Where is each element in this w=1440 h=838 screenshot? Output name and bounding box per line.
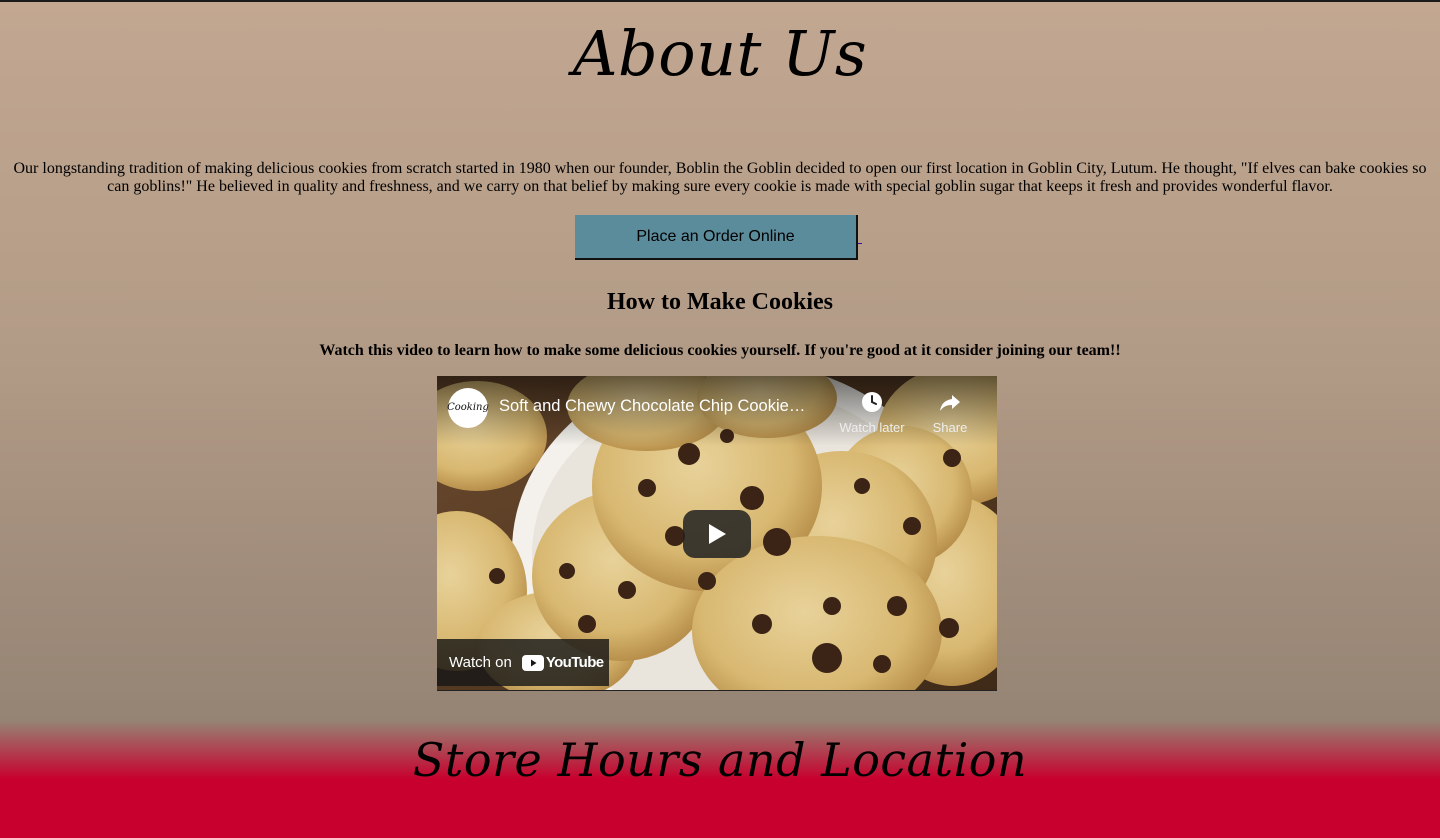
- share-arrow-icon: [940, 395, 960, 411]
- about-us-heading: About Us: [572, 17, 868, 90]
- share-label: Share: [932, 420, 968, 435]
- youtube-logo-icon: [521, 654, 544, 671]
- order-link-underline: [858, 243, 862, 244]
- watch-on-youtube-button[interactable]: Watch on YouTube: [437, 639, 609, 686]
- watch-on-label: Watch on: [449, 654, 512, 671]
- youtube-video-embed[interactable]: Cooking Soft and Chewy Chocolate Chip Co…: [437, 376, 997, 691]
- how-to-make-cookies-heading: How to Make Cookies: [607, 289, 833, 315]
- store-hours-heading: Store Hours and Location: [412, 733, 1028, 787]
- channel-avatar[interactable]: Cooking: [447, 388, 489, 428]
- place-order-button[interactable]: Place an Order Online: [575, 215, 858, 260]
- share-button[interactable]: Share: [923, 390, 977, 435]
- youtube-logo: YouTube: [521, 654, 604, 671]
- youtube-logo-text: YouTube: [545, 654, 604, 671]
- watch-later-label: Watch later: [839, 420, 905, 435]
- play-icon: [709, 524, 726, 544]
- video-intro-text: Watch this video to learn how to make so…: [319, 342, 1121, 359]
- play-button[interactable]: [683, 510, 751, 558]
- watch-later-button[interactable]: Watch later: [833, 390, 911, 435]
- clock-icon: [862, 392, 882, 412]
- about-paragraph: Our longstanding tradition of making del…: [13, 160, 1427, 195]
- video-title[interactable]: Soft and Chewy Chocolate Chip Cookie…: [499, 397, 839, 416]
- top-border: [0, 0, 1440, 2]
